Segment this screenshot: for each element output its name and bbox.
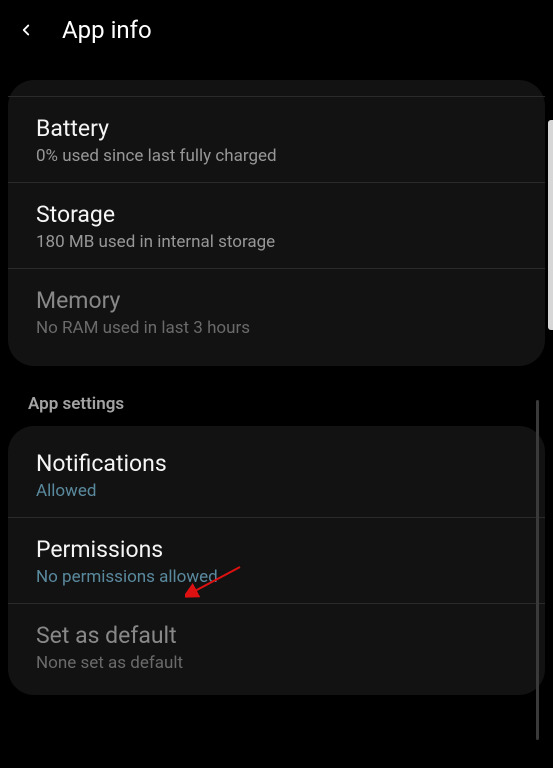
permissions-row[interactable]: Permissions No permissions allowed xyxy=(8,518,545,604)
storage-title: Storage xyxy=(36,201,517,228)
usage-card: Battery 0% used since last fully charged… xyxy=(8,80,545,366)
set-default-row[interactable]: Set as default None set as default xyxy=(8,604,545,689)
notifications-sub: Allowed xyxy=(36,481,517,501)
storage-sub: 180 MB used in internal storage xyxy=(36,232,517,252)
memory-row[interactable]: Memory No RAM used in last 3 hours xyxy=(8,269,545,360)
app-header: App info xyxy=(0,0,553,64)
memory-sub: No RAM used in last 3 hours xyxy=(36,318,517,338)
permissions-title: Permissions xyxy=(36,536,517,563)
back-icon[interactable] xyxy=(14,18,38,42)
scroll-indicator-inner[interactable] xyxy=(536,400,539,740)
notifications-row[interactable]: Notifications Allowed xyxy=(8,432,545,518)
permissions-sub: No permissions allowed xyxy=(36,567,517,587)
battery-row[interactable]: Battery 0% used since last fully charged xyxy=(8,96,545,183)
section-app-settings: App settings xyxy=(0,374,553,426)
memory-title: Memory xyxy=(36,287,517,314)
battery-title: Battery xyxy=(36,115,517,142)
storage-row[interactable]: Storage 180 MB used in internal storage xyxy=(8,183,545,269)
page-title: App info xyxy=(62,16,152,44)
notifications-title: Notifications xyxy=(36,450,517,477)
app-settings-card: Notifications Allowed Permissions No per… xyxy=(8,426,545,695)
battery-sub: 0% used since last fully charged xyxy=(36,146,517,166)
set-default-title: Set as default xyxy=(36,622,517,649)
scroll-indicator-edge xyxy=(548,120,553,330)
set-default-sub: None set as default xyxy=(36,653,517,673)
